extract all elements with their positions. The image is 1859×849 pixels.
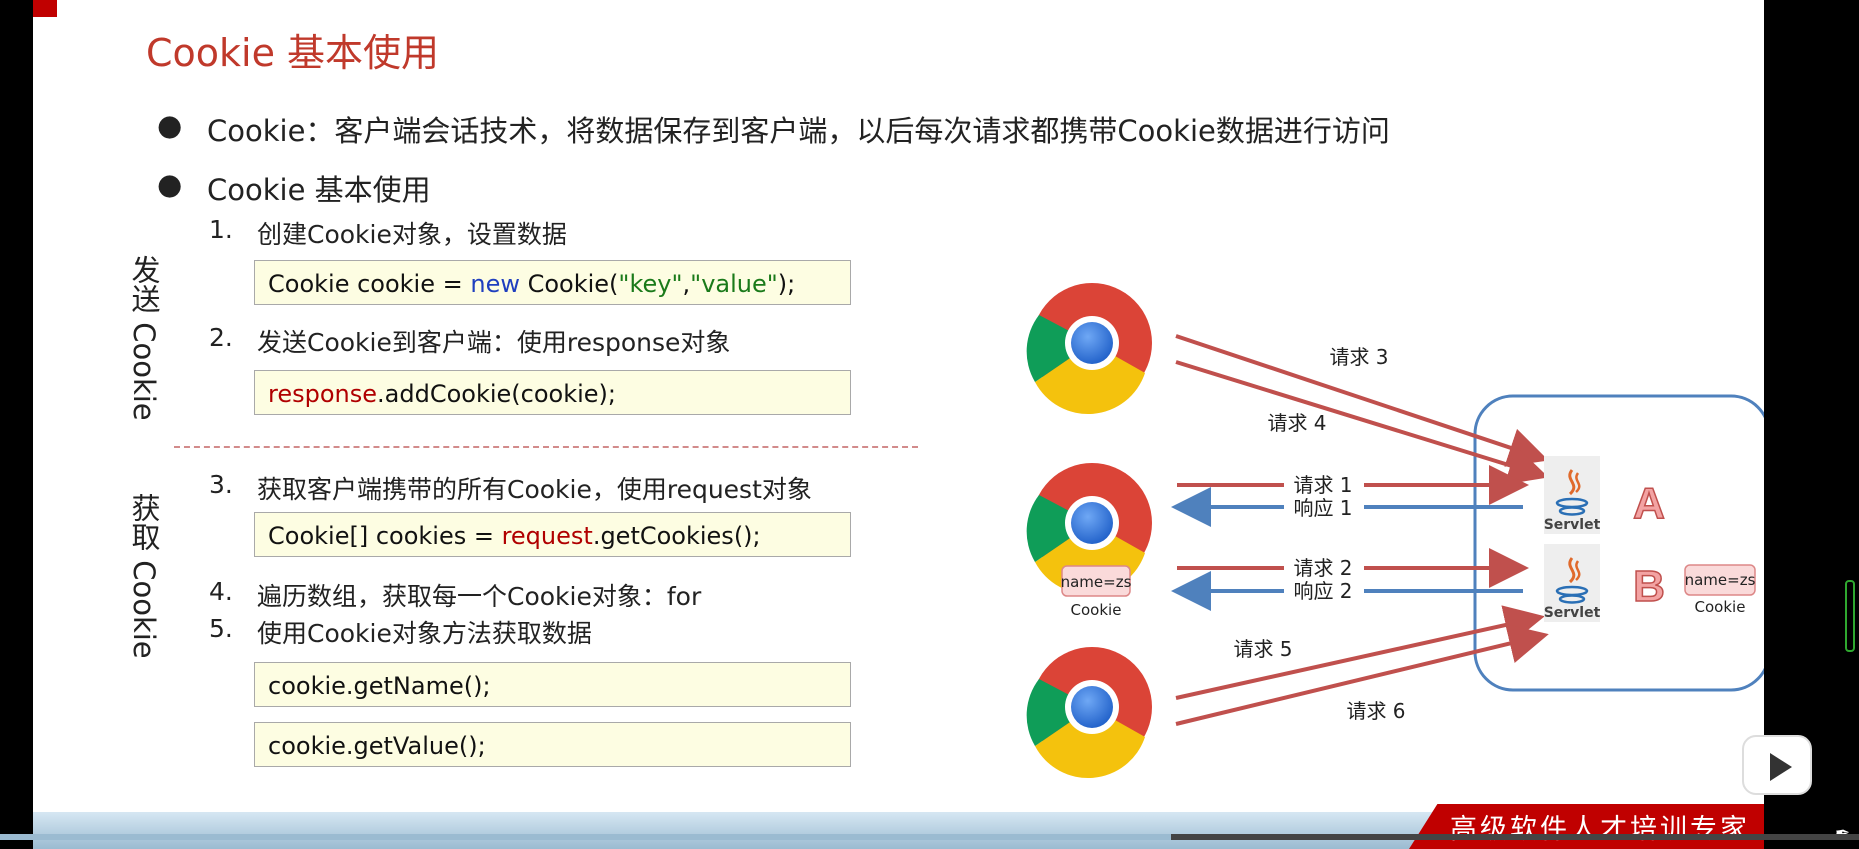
svg-text:请求 3: 请求 3 (1329, 345, 1388, 369)
slide: Cookie 基本使用 ● Cookie：客户端会话技术，将数据保存到客户端，以… (33, 0, 1764, 849)
video-progress-bar[interactable] (0, 834, 1859, 840)
code-get-name: cookie.getName(); (254, 662, 851, 707)
servlet-java-icon: Servlet (1544, 456, 1601, 534)
server-label-a: A (1633, 479, 1665, 528)
step-text: 获取客户端携带的所有Cookie，使用request对象 (257, 475, 812, 504)
svg-text:Servlet: Servlet (1544, 605, 1601, 621)
section-divider (174, 446, 918, 448)
browser-chrome-icon (1026, 283, 1152, 415)
side-scroll-indicator[interactable] (1845, 580, 1855, 652)
svg-text:Cookie: Cookie (1695, 598, 1746, 616)
bullet-dot: ● (157, 108, 183, 142)
svg-text:请求 4: 请求 4 (1267, 411, 1326, 435)
step-number: 3. (209, 470, 233, 499)
code-get-cookies: Cookie[] cookies = request.getCookies(); (254, 512, 851, 557)
servlet-java-icon: Servlet (1544, 544, 1601, 622)
arrow-request-4 (1175, 360, 1549, 485)
step-number: 1. (209, 215, 233, 244)
bullet-text: Cookie 基本使用 (207, 173, 431, 207)
svg-text:Servlet: Servlet (1544, 517, 1601, 533)
step-number: 2. (209, 323, 233, 352)
step-text: 使用Cookie对象方法获取数据 (257, 619, 592, 648)
step-number: 4. (209, 577, 233, 606)
svg-text:请求 2: 请求 2 (1293, 556, 1352, 580)
code-create-cookie: Cookie cookie = new Cookie("key","value"… (254, 260, 851, 305)
bullet-text: Cookie：客户端会话技术，将数据保存到客户端，以后每次请求都携带Cookie… (207, 114, 1390, 148)
bullet-dot: ● (157, 167, 183, 201)
side-label-send: 发送 Cookie (127, 255, 161, 421)
play-icon (1770, 753, 1792, 781)
svg-text:响应 1: 响应 1 (1293, 496, 1352, 520)
slide-title: Cookie 基本使用 (146, 31, 440, 75)
side-label-get: 获取 Cookie (127, 493, 161, 659)
code-add-cookie: response.addCookie(cookie); (254, 370, 851, 415)
step-text: 遍历数组，获取每一个Cookie对象：for (257, 582, 702, 611)
step-text: 发送Cookie到客户端：使用response对象 (257, 328, 731, 357)
step-text: 创建Cookie对象，设置数据 (257, 220, 567, 249)
svg-text:Cookie: Cookie (1071, 601, 1122, 619)
code-get-value: cookie.getValue(); (254, 722, 851, 767)
svg-text:name=zs: name=zs (1685, 571, 1756, 589)
server-label-b: B (1633, 562, 1665, 611)
svg-text:请求 6: 请求 6 (1346, 699, 1405, 723)
cookie-flow-diagram: name=zs Cookie 请求 3 请求 4 请求 1 响应 1 请求 2 … (1026, 283, 1764, 779)
svg-text:响应 2: 响应 2 (1293, 579, 1352, 603)
svg-text:name=zs: name=zs (1061, 573, 1132, 591)
video-progress-fill (0, 834, 1172, 840)
server-box (1473, 394, 1764, 692)
svg-text:请求 1: 请求 1 (1293, 473, 1352, 497)
svg-text:请求 5: 请求 5 (1233, 637, 1292, 661)
footer-slogan: 高级软件人才培训专家 (1450, 814, 1750, 845)
corner-marker (33, 0, 57, 17)
play-button[interactable] (1742, 735, 1812, 795)
browser-chrome-icon (1026, 647, 1152, 779)
arrow-request-5 (1175, 605, 1545, 700)
step-number: 5. (209, 614, 233, 643)
